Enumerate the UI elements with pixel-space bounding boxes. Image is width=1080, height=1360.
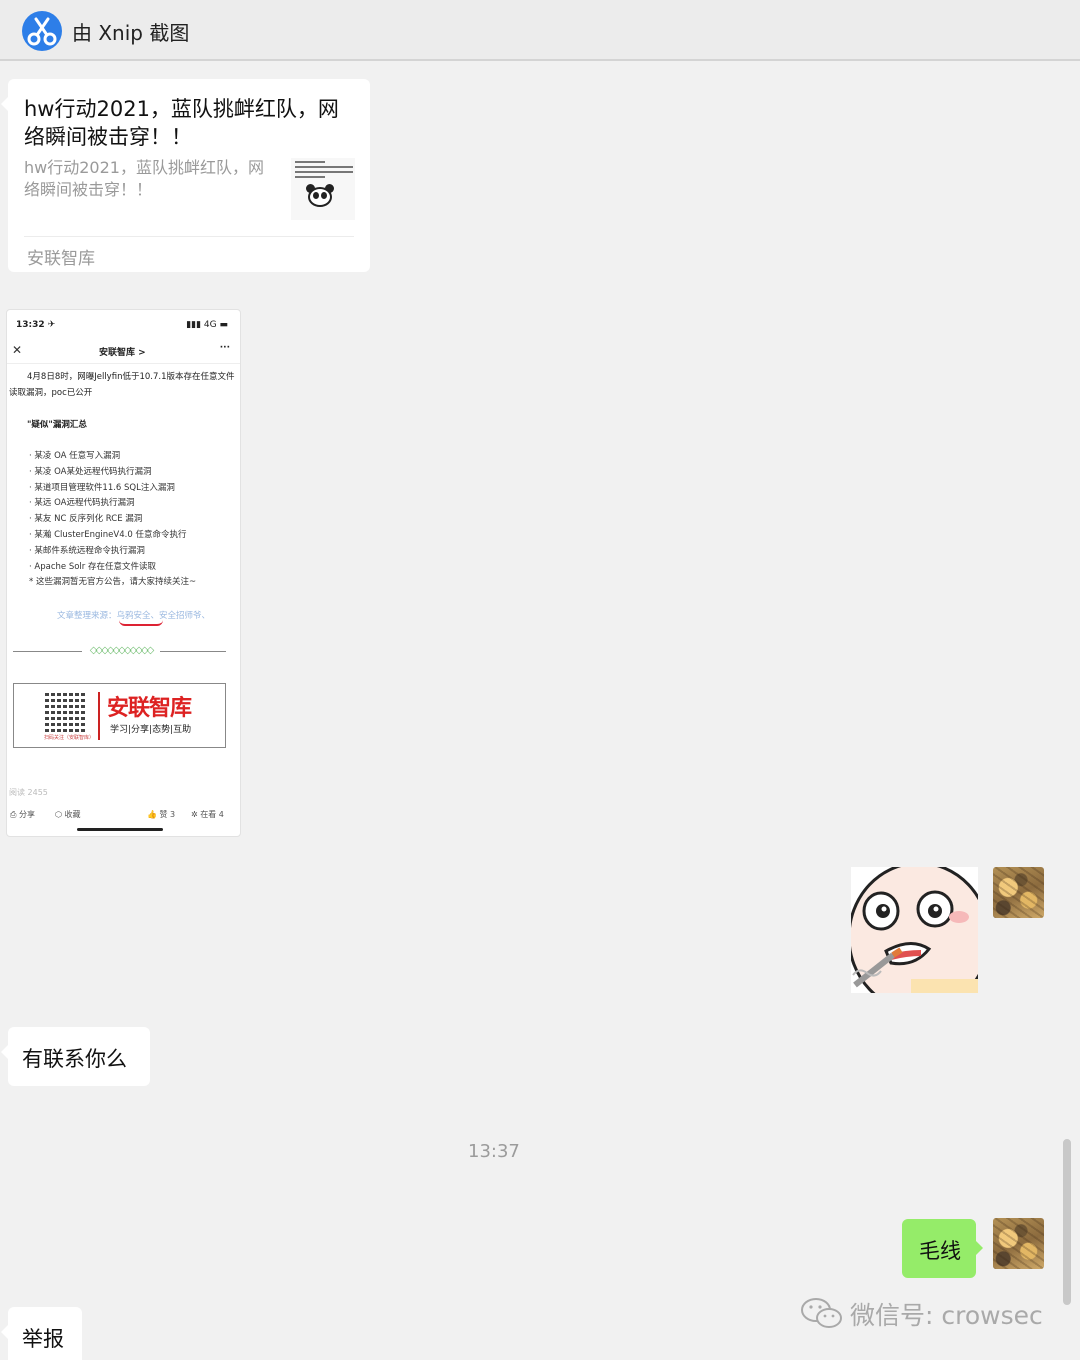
like-button: 👍 赞 3 <box>147 810 176 819</box>
message-text: 有联系你么 <box>22 1047 127 1071</box>
self-avatar[interactable] <box>993 867 1044 918</box>
window-titlebar: 由 Xnip 截图 <box>0 0 1080 61</box>
self-avatar[interactable] <box>993 1218 1044 1269</box>
intro-text: 4月8日8时，网曝Jellyfin低于10.7.1版本存在任意文件读取漏洞，po… <box>9 372 235 398</box>
wechat-icon <box>801 1298 842 1328</box>
message-bubble[interactable]: 举报 <box>1 1307 82 1360</box>
more-icon: ··· <box>219 343 230 353</box>
list-item: · 某远 OA远程代码执行漏洞 <box>29 498 135 509</box>
window-title: 由 Xnip 截图 <box>72 21 190 45</box>
list-item: · 某瀚 ClusterEngineV4.0 任意命令执行 <box>29 529 187 540</box>
message-bubble[interactable]: 有联系你么 <box>1 1027 150 1086</box>
message-text: 举报 <box>22 1327 64 1351</box>
list-item: · 某道项目管理软件11.6 SQL注入漏洞 <box>29 482 175 493</box>
qr-code-icon <box>45 692 85 732</box>
home-indicator <box>77 828 163 831</box>
list-item: · 某凌 OA某处远程代码执行漏洞 <box>29 466 152 477</box>
article-card[interactable]: hw行动2021，蓝队挑衅红队，网络瞬间被击穿！！ hw行动2021，蓝队挑衅红… <box>1 79 370 272</box>
article-source: 安联智库 <box>27 249 95 269</box>
status-signal: ▮▮▮ 4G ▬ <box>186 320 228 330</box>
close-icon: ✕ <box>12 343 23 357</box>
screenshot-image-message[interactable]: 13:32 ✈ ▮▮▮ 4G ▬ ✕ 安联智库 > ··· 4月8日8时，网曝J… <box>6 309 241 837</box>
cartoon-sticker-icon <box>851 867 978 993</box>
wow-button: ✲ 在看 4 <box>191 810 224 819</box>
scissors-icon <box>22 11 62 51</box>
share-button: ⎙ 分享 <box>10 810 35 819</box>
panda-icon <box>303 184 337 210</box>
nav-title: 安联智库 > <box>99 348 146 358</box>
brand-banner: 扫码关注（安联智库） 安联智库 学习|分享|态势|互助 <box>13 683 226 748</box>
list-item: · 某凌 OA 任意写入漏洞 <box>29 451 121 461</box>
watermark-text: 微信号: crowsec <box>850 1301 1043 1330</box>
article-title: hw行动2021，蓝队挑衅红队，网络瞬间被击穿！！ <box>24 97 339 149</box>
scrollbar[interactable] <box>1061 1137 1073 1307</box>
vuln-list: · 某凌 OA 任意写入漏洞 · 某凌 OA某处远程代码执行漏洞 · 某道项目管… <box>29 449 196 591</box>
qr-caption: 扫码关注（安联智库） <box>44 735 95 741</box>
message-text: 毛线 <box>919 1239 961 1263</box>
brand-name: 安联智库 <box>107 696 192 721</box>
divider <box>24 236 354 237</box>
time-divider: 13:37 <box>468 1141 520 1162</box>
list-item: · 某友 NC 反序列化 RCE 漏洞 <box>29 514 143 525</box>
self-message-bubble[interactable]: 毛线 <box>902 1219 983 1278</box>
red-underline <box>119 620 163 626</box>
brand-tagline: 学习|分享|态势|互助 <box>110 725 192 735</box>
collect-button: ⬡ 收藏 <box>55 810 81 819</box>
list-item: · 某邮件系统远程命令执行漏洞 <box>29 545 145 556</box>
network-label: 4G <box>203 320 217 330</box>
article-thumbnail <box>291 158 355 220</box>
sticker-message[interactable] <box>851 867 978 993</box>
list-item: · Apache Solr 存在任意文件读取 <box>29 561 156 572</box>
diamond-ornament: ◇◇◇◇◇◇◇◇◇◇◇ <box>82 645 160 657</box>
article-description: hw行动2021，蓝队挑衅红队，网络瞬间被击穿！！ <box>24 158 264 199</box>
section-title: "疑似"漏洞汇总 <box>27 420 87 430</box>
read-count: 阅读 2455 <box>9 788 48 797</box>
list-item: * 这些漏洞暂无官方公告，请大家持续关注~ <box>29 577 197 588</box>
status-time: 13:32 ✈ <box>16 320 56 330</box>
